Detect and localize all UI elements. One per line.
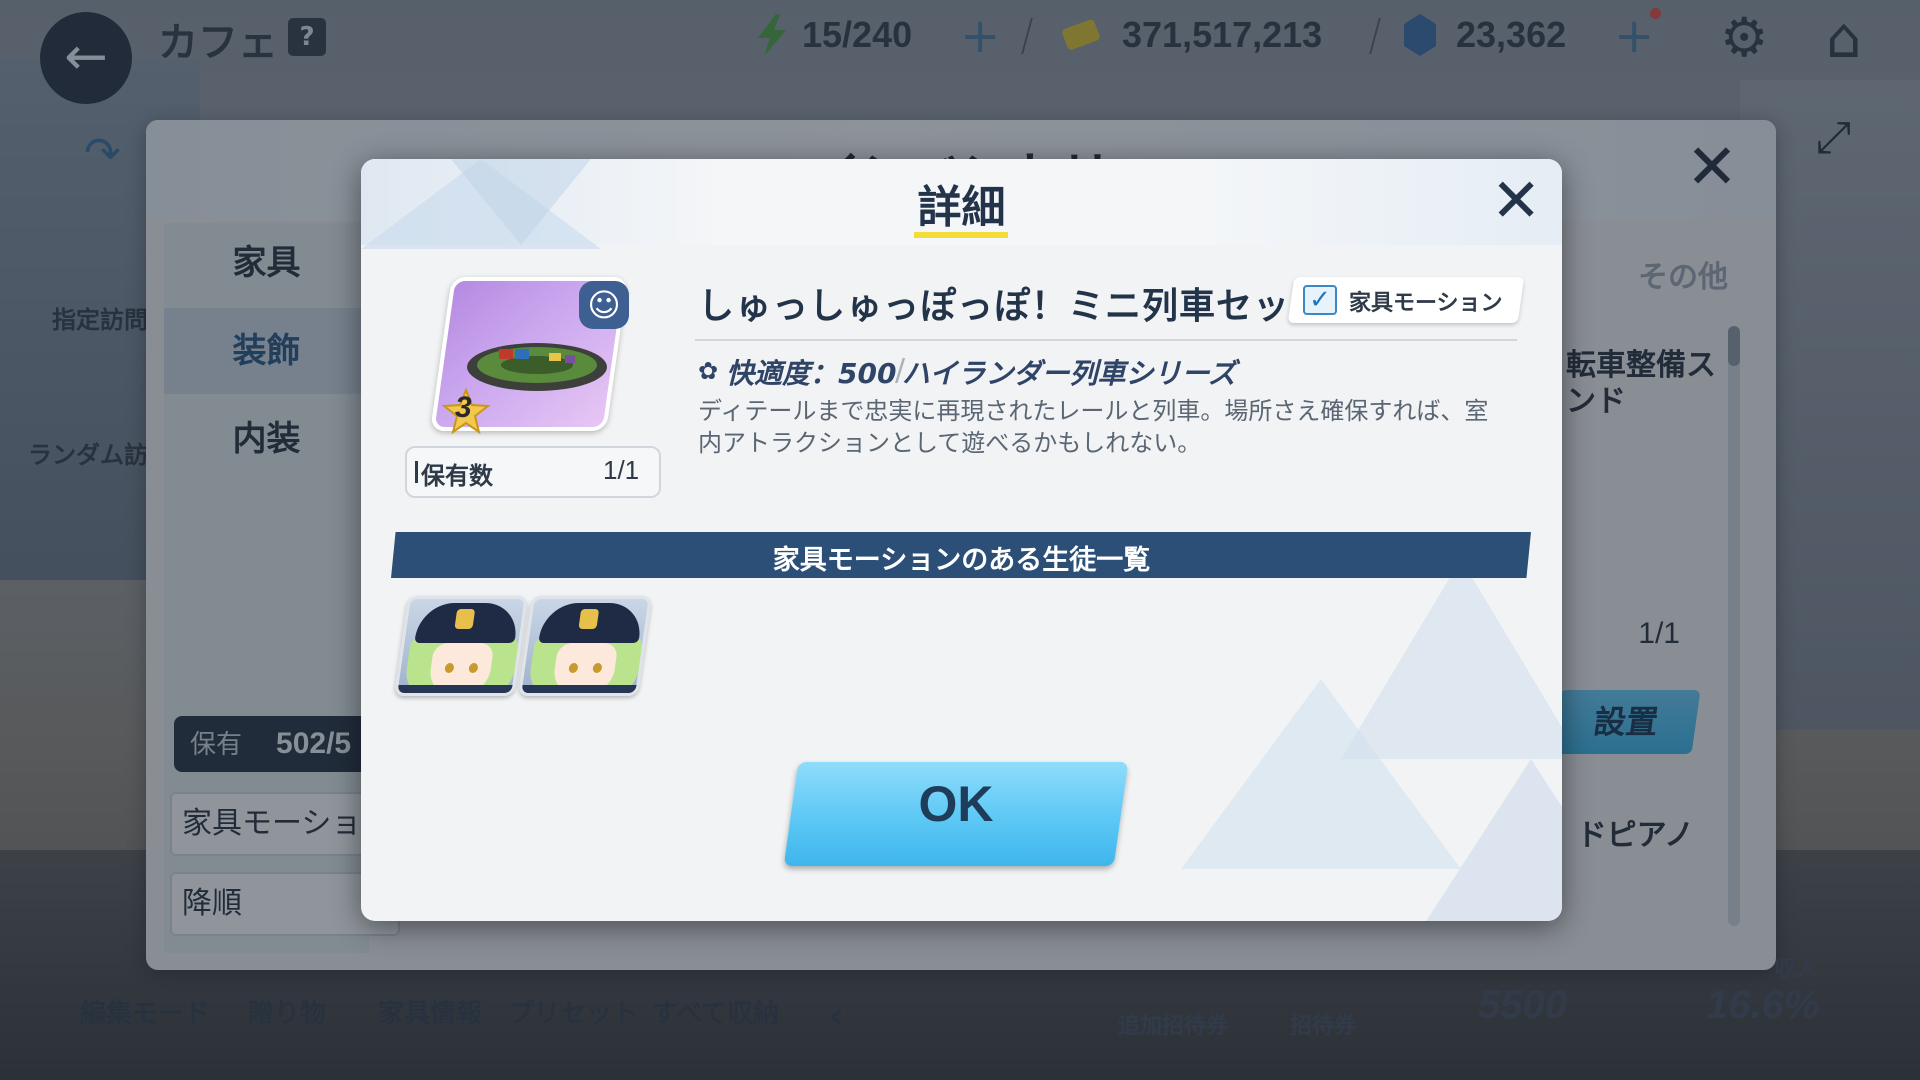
close-icon[interactable]: ✕	[1491, 171, 1541, 231]
owned-value: 1/1	[603, 455, 640, 485]
rarity-number: 3	[455, 391, 472, 424]
owned-label: 保有数	[421, 462, 493, 490]
ok-button-label[interactable]: OK	[791, 775, 1121, 833]
student-coat	[519, 685, 643, 696]
furniture-motion-label: 家具モーション	[1349, 291, 1503, 316]
background-decoration	[1421, 759, 1562, 921]
title-underline	[914, 232, 1008, 238]
student-portrait[interactable]	[393, 596, 529, 696]
student-coat	[395, 685, 519, 696]
furniture-motion-icon: ☺	[579, 281, 629, 329]
divider	[695, 339, 1517, 341]
student-portrait[interactable]	[517, 596, 653, 696]
comfort-value: 快適度：500	[726, 357, 897, 390]
owned-marker	[415, 461, 418, 483]
background-decoration	[1341, 559, 1562, 759]
item-description: ディテールまで忠実に再現されたレールと列車。場所さえ確保すれば、室内アトラクショ…	[698, 397, 1489, 457]
cap-badge	[454, 609, 476, 629]
students-header: 家具モーションのある生徒一覧	[772, 545, 1151, 576]
cap-badge	[578, 609, 600, 629]
dialog-title: 詳細	[917, 182, 1006, 233]
detail-dialog: 詳細 ✕ ☺ 3 保有数 1/1 しゅっしゅっぽっぽ！ミニ列車セット ✓ 家具モ…	[361, 159, 1562, 921]
series-name: ハイランダー列車シリーズ	[902, 357, 1237, 390]
item-name: しゅっしゅっぽっぽ！ミニ列車セット	[698, 286, 1328, 327]
checkbox-check-icon: ✓	[1303, 285, 1337, 315]
